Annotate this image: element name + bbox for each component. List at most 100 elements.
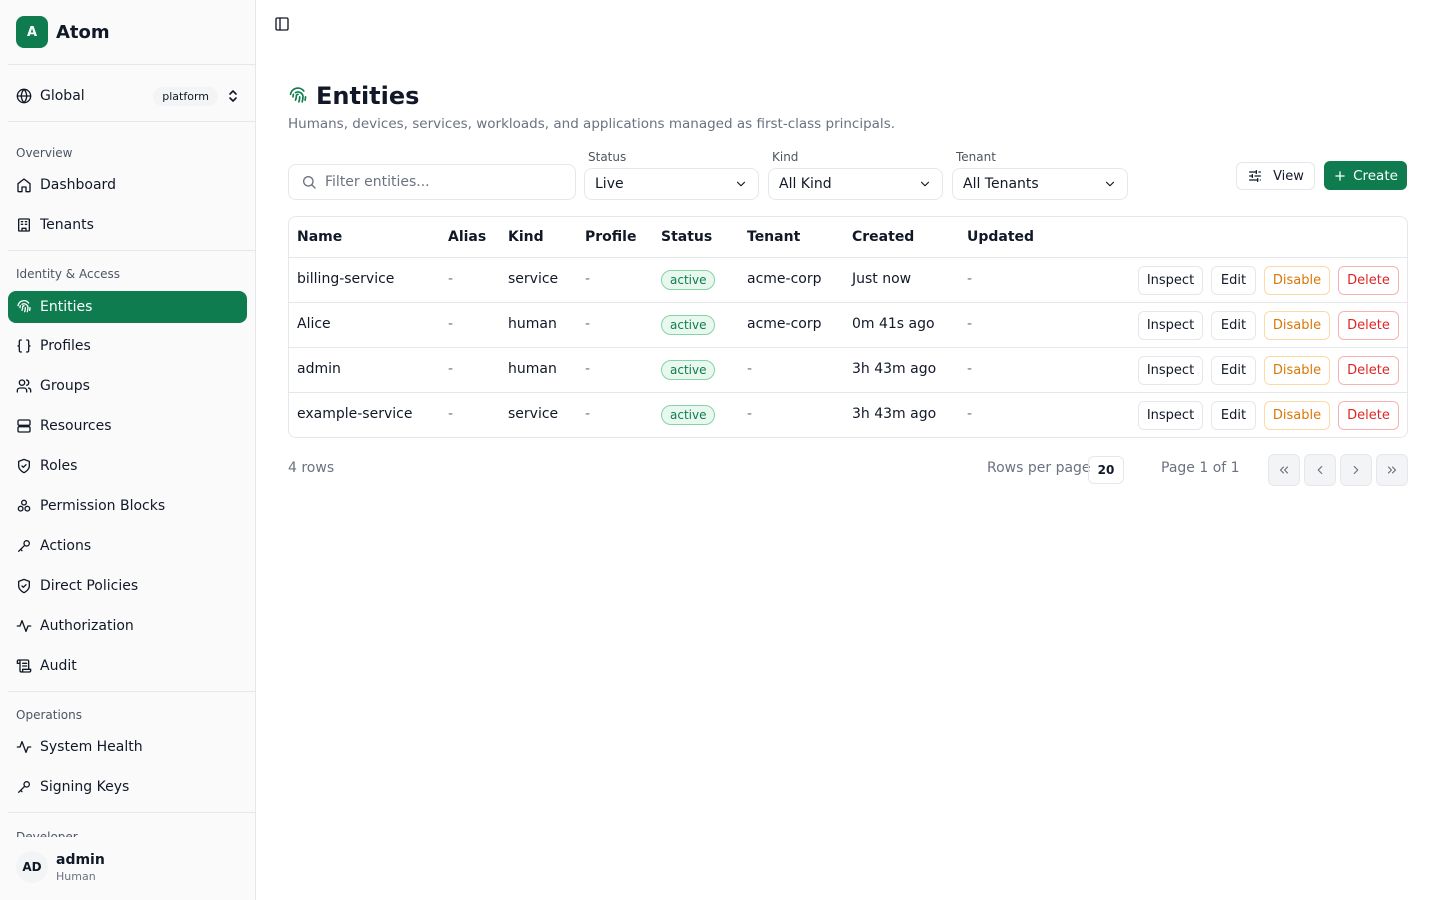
section-title-developer: Developer xyxy=(16,830,78,837)
rows-per-page-select[interactable]: 20 xyxy=(1088,456,1124,484)
cell-created: 0m 41s ago xyxy=(852,316,935,332)
delete-button[interactable]: Delete xyxy=(1338,401,1399,430)
create-button-label: Create xyxy=(1353,167,1398,184)
braces-icon xyxy=(16,338,32,354)
sidebar-item-label: Profiles xyxy=(40,338,91,354)
page-header: Entities xyxy=(288,82,419,110)
sidebar-item-roles[interactable]: Roles xyxy=(8,450,247,482)
column-header-alias[interactable]: Alias xyxy=(448,229,486,245)
filter-box xyxy=(288,164,576,200)
user-menu[interactable]: AD admin Human xyxy=(8,840,248,894)
disable-button[interactable]: Disable xyxy=(1264,311,1330,340)
disable-button[interactable]: Disable xyxy=(1264,266,1330,295)
status-select[interactable]: Live xyxy=(584,168,759,200)
search-input[interactable] xyxy=(325,174,555,190)
fingerprint-icon xyxy=(288,86,308,106)
edit-button[interactable]: Edit xyxy=(1211,311,1256,340)
table-row[interactable]: example-service - service - active - 3h … xyxy=(289,393,1407,437)
sidebar-toggle-icon[interactable] xyxy=(274,16,290,32)
fingerprint-icon xyxy=(16,299,32,315)
sidebar-item-resources[interactable]: Resources xyxy=(8,410,247,442)
building-icon xyxy=(16,217,32,233)
cell-profile: - xyxy=(585,406,591,422)
sidebar-item-signing-keys[interactable]: Signing Keys xyxy=(8,771,247,803)
brand[interactable]: A Atom xyxy=(16,16,110,48)
inspect-button[interactable]: Inspect xyxy=(1138,311,1203,340)
last-page-button[interactable] xyxy=(1376,454,1408,486)
entities-table: Name Alias Kind Profile Status Tenant Cr… xyxy=(288,216,1408,438)
sidebar-item-direct-policies[interactable]: Direct Policies xyxy=(8,570,247,602)
chevron-down-icon xyxy=(918,177,932,191)
view-options-button[interactable]: View xyxy=(1236,162,1315,190)
column-header-status[interactable]: Status xyxy=(661,229,712,245)
column-header-profile[interactable]: Profile xyxy=(585,229,636,245)
column-header-updated[interactable]: Updated xyxy=(967,229,1034,245)
scope-switcher[interactable]: Global platform xyxy=(8,80,248,112)
cell-alias: - xyxy=(448,406,454,422)
cell-name: example-service xyxy=(297,406,413,422)
cell-updated: - xyxy=(967,361,973,377)
sidebar-item-permission-blocks[interactable]: Permission Blocks xyxy=(8,490,247,522)
sidebar-item-entities[interactable]: Entities xyxy=(8,291,247,323)
sidebar-item-label: Actions xyxy=(40,538,92,554)
sidebar-item-authorization[interactable]: Authorization xyxy=(8,610,247,642)
column-header-kind[interactable]: Kind xyxy=(508,229,544,245)
kind-filter-label: Kind xyxy=(772,150,799,164)
column-header-created[interactable]: Created xyxy=(852,229,914,245)
sidebar-item-tenants[interactable]: Tenants xyxy=(8,209,247,241)
cell-updated: - xyxy=(967,271,973,287)
scope-label: Global xyxy=(40,88,85,104)
sidebar-item-groups[interactable]: Groups xyxy=(8,370,247,402)
sidebar-item-label: Resources xyxy=(40,418,112,434)
sidebar-item-system-health[interactable]: System Health xyxy=(8,731,247,763)
edit-button[interactable]: Edit xyxy=(1211,401,1256,430)
plus-icon xyxy=(1333,169,1347,183)
edit-button[interactable]: Edit xyxy=(1211,356,1256,385)
sidebar-item-label: Entities xyxy=(40,299,93,315)
scope-badge: platform xyxy=(153,86,218,106)
inspect-button[interactable]: Inspect xyxy=(1138,401,1203,430)
sliders-icon xyxy=(1247,168,1263,184)
column-header-name[interactable]: Name xyxy=(297,229,342,245)
cell-tenant: - xyxy=(747,406,753,422)
tenant-select[interactable]: All Tenants xyxy=(952,168,1128,200)
status-badge: active xyxy=(661,270,716,290)
delete-button[interactable]: Delete xyxy=(1338,356,1399,385)
avatar: AD xyxy=(16,851,48,883)
delete-button[interactable]: Delete xyxy=(1338,266,1399,295)
table-row[interactable]: Alice - human - active acme-corp 0m 41s … xyxy=(289,303,1407,348)
column-header-tenant[interactable]: Tenant xyxy=(747,229,800,245)
cell-created: Just now xyxy=(852,271,912,287)
delete-button[interactable]: Delete xyxy=(1338,311,1399,340)
status-select-value: Live xyxy=(595,176,624,192)
disable-button[interactable]: Disable xyxy=(1264,401,1330,430)
kind-select-value: All Kind xyxy=(779,176,832,192)
cell-tenant: - xyxy=(747,361,753,377)
sidebar-item-audit[interactable]: Audit xyxy=(8,650,247,682)
first-page-button[interactable] xyxy=(1268,454,1300,486)
kind-select[interactable]: All Kind xyxy=(768,168,943,200)
next-page-button[interactable] xyxy=(1340,454,1372,486)
sidebar-item-label: Direct Policies xyxy=(40,578,139,594)
sidebar-item-label: Tenants xyxy=(40,217,94,233)
section-title-operations: Operations xyxy=(16,708,82,722)
row-count: 4 rows xyxy=(288,460,335,476)
create-button[interactable]: Create xyxy=(1324,161,1407,190)
sidebar-item-profiles[interactable]: Profiles xyxy=(8,330,247,362)
previous-page-button[interactable] xyxy=(1304,454,1336,486)
cell-updated: - xyxy=(967,316,973,332)
cell-name: billing-service xyxy=(297,271,395,287)
sidebar-item-dashboard[interactable]: Dashboard xyxy=(8,169,247,201)
inspect-button[interactable]: Inspect xyxy=(1138,356,1203,385)
cell-tenant: acme-corp xyxy=(747,271,822,287)
sidebar-item-actions[interactable]: Actions xyxy=(8,530,247,562)
disable-button[interactable]: Disable xyxy=(1264,356,1330,385)
edit-button[interactable]: Edit xyxy=(1211,266,1256,295)
table-row[interactable]: billing-service - service - active acme-… xyxy=(289,258,1407,303)
brand-logo: A xyxy=(16,16,48,48)
sidebar-item-label: Roles xyxy=(40,458,78,474)
table-row[interactable]: admin - human - active - 3h 43m ago - In… xyxy=(289,348,1407,393)
cell-tenant: acme-corp xyxy=(747,316,822,332)
chevron-down-icon xyxy=(1103,177,1117,191)
inspect-button[interactable]: Inspect xyxy=(1138,266,1203,295)
